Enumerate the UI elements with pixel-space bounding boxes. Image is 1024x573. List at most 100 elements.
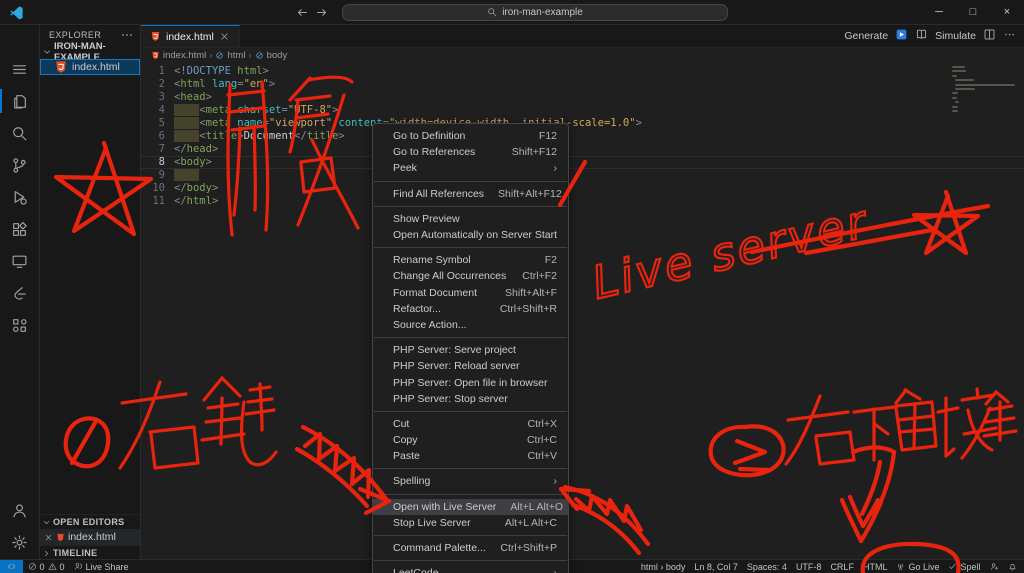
code-line-5[interactable]: 5 <meta name="viewport" content="width=d… xyxy=(141,117,1024,130)
menu-item-php-server-open-file-in-browser[interactable]: PHP Server: Open file in browser xyxy=(373,374,568,390)
timeline-header[interactable]: TIMELINE xyxy=(40,545,140,560)
status-item-problems[interactable]: 00 xyxy=(23,560,69,573)
code-line-4[interactable]: 4 <meta charset="UTF-8"> xyxy=(141,104,1024,117)
menu-item-find-all-references[interactable]: Find All References Shift+Alt+F12 xyxy=(373,186,568,202)
back-icon[interactable] xyxy=(296,6,309,19)
status-item-cursor-position[interactable]: Ln 8, Col 7 xyxy=(690,560,743,573)
code-line-7[interactable]: 7 </head> xyxy=(141,143,1024,156)
status-item-remote[interactable] xyxy=(0,560,23,573)
editor-action-preview[interactable] xyxy=(915,28,928,44)
code-line-2[interactable]: 2 <html lang="en"> xyxy=(141,78,1024,91)
activity-bar-item-live-share[interactable] xyxy=(0,309,39,341)
activity-bar-item-account[interactable] xyxy=(0,494,39,526)
menu-item-leetcode[interactable]: LeetCode› xyxy=(373,565,568,573)
activity-bar-item-remote-explorer[interactable] xyxy=(0,245,39,277)
close-icon[interactable] xyxy=(44,533,53,542)
menu-item-copy[interactable]: Copy Ctrl+C xyxy=(373,432,568,448)
menu-item-source-action[interactable]: Source Action... xyxy=(373,317,568,333)
status-item-live-share[interactable]: Live Share xyxy=(69,560,133,573)
activity-bar-item-explorer[interactable] xyxy=(0,85,39,117)
menu-item-change-all-occurrences[interactable]: Change All Occurrences Ctrl+F2 xyxy=(373,268,568,284)
code-area[interactable]: 1 <!DOCTYPE html> 2 <html lang="en"> 3 <head>… xyxy=(141,62,1024,560)
breadcrumb-item-index-html[interactable]: index.html xyxy=(151,50,206,61)
menu-separator xyxy=(374,468,567,470)
menu-item-stop-live-server[interactable]: Stop Live Server Alt+L Alt+C xyxy=(373,515,568,531)
close-icon[interactable] xyxy=(219,31,230,42)
file-row-index-html[interactable]: index.html xyxy=(40,59,140,75)
menu-item-show-preview[interactable]: Show Preview xyxy=(373,211,568,227)
more-actions-icon[interactable] xyxy=(120,28,134,42)
maximize-button[interactable]: □ xyxy=(956,0,990,24)
submenu-chevron-icon: › xyxy=(553,475,558,488)
editor-action-generate-run[interactable] xyxy=(895,28,908,44)
status-item-eol[interactable]: CRLF xyxy=(826,560,859,573)
menu-item-php-server-stop-server[interactable]: PHP Server: Stop server xyxy=(373,391,568,407)
editor-action-simulate[interactable]: Simulate xyxy=(935,30,976,42)
menu-item-spelling[interactable]: Spelling › xyxy=(373,473,568,489)
activity-bar-item-extensions[interactable] xyxy=(0,213,39,245)
status-item-spell[interactable]: Spell xyxy=(944,560,985,573)
menu-item-command-palette[interactable]: Command Palette... Ctrl+Shift+P xyxy=(373,540,568,556)
code-line-3[interactable]: 3 <head> xyxy=(141,91,1024,104)
breadcrumb-item-body[interactable]: body xyxy=(255,50,287,61)
minimize-button[interactable]: ─ xyxy=(922,0,956,24)
status-item-encoding[interactable]: UTF-8 xyxy=(791,560,826,573)
feedback-icon xyxy=(990,562,999,571)
error-icon xyxy=(28,562,37,571)
activity-bar-item-source-control[interactable] xyxy=(0,149,39,181)
status-item-feedback[interactable] xyxy=(985,560,1003,573)
code-line-8[interactable]: 8 <body> xyxy=(141,156,1024,169)
minimap-line xyxy=(952,74,958,77)
code-line-9[interactable]: 9 xyxy=(141,169,1024,182)
activity-bar-item-run-debug[interactable] xyxy=(0,181,39,213)
menu-item-cut[interactable]: Cut Ctrl+X xyxy=(373,416,568,432)
status-item-go-live[interactable]: Go Live xyxy=(892,560,944,573)
line-number: 5 xyxy=(158,117,165,129)
menu-item-refactor[interactable]: Refactor... Ctrl+Shift+R xyxy=(373,301,568,317)
command-center-search[interactable]: iron-man-example xyxy=(342,3,728,21)
tab-index-html[interactable]: index.html xyxy=(141,25,240,47)
code-line-1[interactable]: 1 <!DOCTYPE html> xyxy=(141,65,1024,78)
minimap[interactable] xyxy=(952,66,1015,114)
minimap-line xyxy=(955,87,975,90)
line-number: 9 xyxy=(158,169,165,181)
editor-action-split-editor[interactable] xyxy=(983,28,996,44)
menu-separator xyxy=(374,247,567,249)
menu-item-paste[interactable]: Paste Ctrl+V xyxy=(373,448,568,464)
status-item-language-mode[interactable]: HTML xyxy=(858,560,892,573)
menu-item-php-server-reload-server[interactable]: PHP Server: Reload server xyxy=(373,358,568,374)
menu-item-go-to-references[interactable]: Go to References Shift+F12 xyxy=(373,144,568,160)
open-editors-header[interactable]: OPEN EDITORS xyxy=(40,514,140,529)
code-line-6[interactable]: 6 <title>Document</title> xyxy=(141,130,1024,143)
code-line-10[interactable]: 10 </body> xyxy=(141,182,1024,195)
editor-action-generate[interactable]: Generate xyxy=(844,30,888,42)
activity-bar-item-menu[interactable] xyxy=(0,53,39,85)
close-button[interactable]: × xyxy=(990,0,1024,24)
menu-item-rename-symbol[interactable]: Rename Symbol F2 xyxy=(373,252,568,268)
status-item-notifications[interactable] xyxy=(1003,560,1021,573)
code-line-11[interactable]: 11 </html> xyxy=(141,195,1024,208)
menu-item-peek[interactable]: Peek › xyxy=(373,160,568,176)
editor-action-more-actions[interactable] xyxy=(1003,28,1016,44)
breadcrumb-item-html[interactable]: html xyxy=(215,50,245,61)
forward-icon[interactable] xyxy=(315,6,328,19)
remote-icon xyxy=(7,562,16,571)
menu-separator xyxy=(374,493,567,495)
live-share-icon xyxy=(74,562,83,571)
menu-item-open-automatically-on-server-start[interactable]: Open Automatically on Server Start xyxy=(373,227,568,243)
extensions-icon xyxy=(11,221,28,238)
open-editor-row[interactable]: index.html xyxy=(40,529,140,545)
folder-row[interactable]: IRON-MAN-EXAMPLE xyxy=(40,41,140,63)
status-item-element-path[interactable]: html › body xyxy=(636,560,690,573)
title-bar: iron-man-example ─ □ × xyxy=(0,0,1024,25)
menu-item-go-to-definition[interactable]: Go to Definition F12 xyxy=(373,128,568,144)
warning-icon xyxy=(48,562,57,571)
activity-bar-item-search[interactable] xyxy=(0,117,39,149)
status-item-indentation[interactable]: Spaces: 4 xyxy=(742,560,791,573)
activity-bar-item-settings[interactable] xyxy=(0,526,39,558)
organization-icon xyxy=(11,317,28,334)
menu-item-php-server-serve-project[interactable]: PHP Server: Serve project xyxy=(373,342,568,358)
activity-bar-item-leetcode[interactable] xyxy=(0,277,39,309)
menu-item-format-document[interactable]: Format Document Shift+Alt+F xyxy=(373,285,568,301)
menu-item-open-with-live-server[interactable]: Open with Live Server Alt+L Alt+O xyxy=(373,498,568,515)
